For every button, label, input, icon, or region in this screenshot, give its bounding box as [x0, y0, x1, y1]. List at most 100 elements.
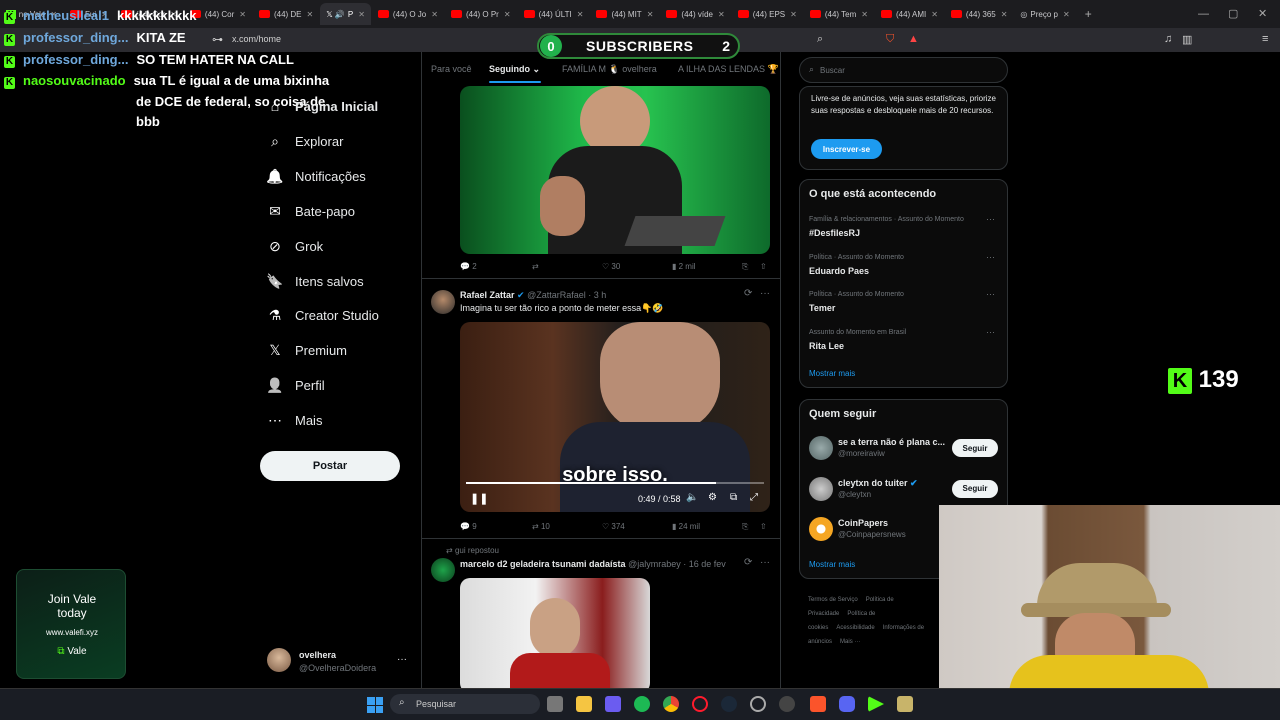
search-input[interactable]: Buscar [820, 66, 845, 75]
avatar[interactable] [267, 648, 291, 672]
tab-seguindo[interactable]: Seguindo ⌄ [489, 64, 540, 75]
browser-tab[interactable]: 𝕏 🔊 P ✕ [320, 3, 371, 25]
post-author-name[interactable]: Rafael Zattar [460, 290, 515, 300]
views-action[interactable]: ▮ 24 mil [672, 522, 700, 531]
bookmark-icon[interactable]: ⎘ [742, 262, 748, 272]
repost-by[interactable]: gui repostou [455, 546, 499, 555]
sidebar-item-home[interactable]: ⌂ Página Inicial [266, 98, 378, 114]
close-tab-icon[interactable]: ✕ [307, 10, 314, 19]
trend-title[interactable]: Eduardo Paes [809, 266, 869, 276]
chrome-icon[interactable] [663, 696, 679, 712]
taskbar-search[interactable]: ⌕ Pesquisar [390, 694, 540, 714]
maximize-icon[interactable]: ▢ [1228, 7, 1238, 20]
url-field[interactable]: x.com/home [232, 34, 281, 44]
post-author-name[interactable]: marcelo d2 geladeira tsunami dadaísta [460, 559, 626, 569]
repost-action[interactable]: ⇄ [532, 262, 539, 271]
grok-icon[interactable]: ⟳ [744, 288, 752, 299]
post-more-icon[interactable]: ··· [760, 288, 770, 299]
post-more-icon[interactable]: ··· [760, 557, 770, 568]
close-tab-icon[interactable]: ✕ [1001, 10, 1008, 19]
browser-tab[interactable]: (44) O Jo ✕ [372, 3, 444, 25]
browser-tab[interactable]: (44) Tem ✕ [804, 3, 874, 25]
close-tab-icon[interactable]: ✕ [358, 10, 365, 19]
views-action[interactable]: ▮ 2 mil [672, 262, 696, 271]
post-video[interactable]: sobre isso. ❚❚ 0:49 / 0:58 🔈 ⚙ ⧉ ⤢ [460, 322, 770, 512]
rewards-icon[interactable]: ▲ [908, 33, 919, 45]
discord-icon[interactable] [839, 696, 855, 712]
close-tab-icon[interactable]: ✕ [504, 10, 511, 19]
tab-ilha-lendas[interactable]: A ILHA DAS LENDAS 🏆 [678, 64, 779, 75]
close-tab-icon[interactable]: ✕ [861, 10, 868, 19]
close-window-icon[interactable]: ✕ [1258, 7, 1267, 20]
trend-more-icon[interactable]: ··· [986, 289, 995, 299]
account-more-icon[interactable]: ··· [397, 654, 407, 665]
task-view-icon[interactable] [547, 696, 563, 712]
zoom-icon[interactable]: ⌕ [817, 33, 823, 46]
trend-more-icon[interactable]: ··· [986, 327, 995, 337]
avatar[interactable] [809, 436, 833, 460]
browser-tab[interactable]: (44) DE ✕ [253, 3, 319, 25]
sidebar-item-grok[interactable]: ⊘ Grok [266, 238, 323, 255]
footer-link[interactable]: Acessibilidade [836, 625, 874, 631]
follow-button[interactable]: Seguir [952, 439, 998, 457]
sidebar-item-bell[interactable]: 🔔 Notificações [266, 168, 366, 185]
trend-more-icon[interactable]: ··· [986, 252, 995, 262]
reply-action[interactable]: 💬 2 [460, 262, 477, 271]
browser-tab[interactable]: (44) EPS ✕ [732, 3, 803, 25]
trend-title[interactable]: Temer [809, 303, 835, 313]
close-tab-icon[interactable]: ✕ [790, 10, 797, 19]
like-action[interactable]: ♡ 30 [602, 262, 620, 271]
reply-action[interactable]: 💬 9 [460, 522, 477, 531]
brave-shield-icon[interactable]: ⛉ [886, 33, 894, 46]
sidebar-item-person[interactable]: 👤 Perfil [266, 377, 324, 394]
share-icon[interactable]: ⇧ [760, 262, 767, 271]
menu-icon[interactable]: ≡ [1262, 33, 1268, 45]
follow-name[interactable]: CoinPapers [838, 518, 888, 528]
close-tab-icon[interactable]: ✕ [239, 10, 246, 19]
share-icon[interactable]: ⇧ [760, 522, 767, 531]
follow-name[interactable]: se a terra não é plana c... [838, 437, 945, 447]
browser-tab[interactable]: ◎ Preço p ✕ [1014, 3, 1075, 25]
avatar[interactable] [431, 290, 455, 314]
avatar[interactable] [431, 558, 455, 582]
avatar[interactable] [809, 476, 833, 501]
close-tab-icon[interactable]: ✕ [1063, 10, 1070, 19]
close-tab-icon[interactable]: ✕ [431, 10, 438, 19]
sidebar-item-x-logo[interactable]: 𝕏 Premium [266, 342, 347, 359]
app-icon[interactable] [897, 696, 913, 712]
chat-username[interactable]: matheuslleal1 [23, 8, 109, 23]
minimize-icon[interactable]: — [1198, 8, 1209, 20]
chat-username[interactable]: naosouvacinado [23, 73, 126, 88]
fullscreen-icon[interactable]: ⤢ [750, 492, 758, 503]
footer-link[interactable]: Termos de Serviço [808, 597, 858, 603]
chat-username[interactable]: professor_ding... [23, 30, 128, 45]
post-image[interactable] [460, 86, 770, 254]
trend-title[interactable]: #DesfilesRJ [809, 228, 860, 238]
pip-icon[interactable]: ⧉ [730, 492, 737, 503]
sidebar-item-bookmark[interactable]: 🔖 Itens salvos [266, 273, 363, 290]
show-more-link[interactable]: Mostrar mais [809, 369, 855, 378]
new-tab-icon[interactable]: + [1085, 7, 1092, 21]
app-icon[interactable] [779, 696, 795, 712]
close-tab-icon[interactable]: ✕ [647, 10, 654, 19]
sidebar-item-flask[interactable]: ⚗ Creator Studio [266, 307, 379, 324]
browser-tab[interactable]: (44) MIT ✕ [590, 3, 659, 25]
volume-icon[interactable]: 🔈 [686, 492, 698, 503]
tab-familia[interactable]: FAMÍLIA M 🐧 ovelhera [562, 64, 657, 75]
close-tab-icon[interactable]: ✕ [718, 10, 725, 19]
sidebar-icon[interactable]: ▥ [1182, 33, 1192, 46]
post-author-handle[interactable]: @ZattarRafael [527, 290, 586, 300]
start-button[interactable] [367, 697, 383, 713]
grok-icon[interactable]: ⟳ [744, 557, 752, 568]
bookmark-icon[interactable]: ⎘ [742, 522, 748, 532]
close-tab-icon[interactable]: ✕ [931, 10, 938, 19]
browser-tab[interactable]: (44) O Pr ✕ [445, 3, 517, 25]
file-explorer-icon[interactable] [576, 696, 592, 712]
repost-action[interactable]: ⇄ 10 [532, 522, 550, 531]
app-grid-icon[interactable] [605, 696, 621, 712]
sidebar-item-mail[interactable]: ✉ Bate-papo [266, 203, 355, 220]
video-progress-track[interactable] [466, 482, 764, 484]
chat-username[interactable]: professor_ding... [23, 52, 128, 67]
steam-icon[interactable] [721, 696, 737, 712]
post-author-handle[interactable]: @jalymrabey [628, 559, 681, 569]
